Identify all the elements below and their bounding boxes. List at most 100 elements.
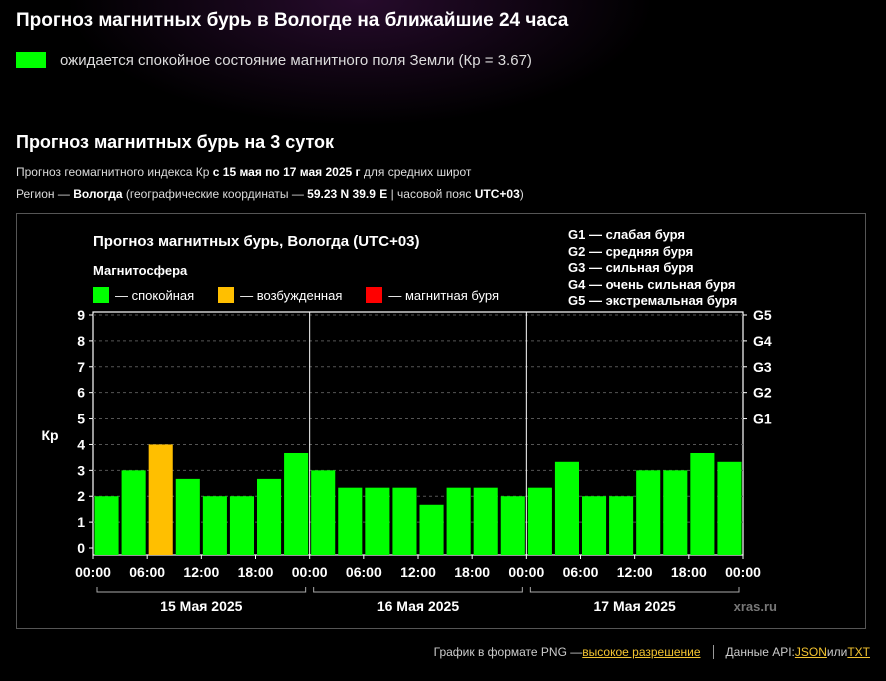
region-info: Регион — Вологда (географические координ… (16, 187, 524, 201)
tz-value: UTC+03 (474, 187, 520, 201)
current-status-text: ожидается спокойное состояние магнитного… (60, 51, 532, 69)
api-or-text: или (826, 645, 848, 659)
day-bracket (529, 587, 740, 593)
kp-bar (500, 496, 525, 555)
kp-bar (392, 487, 417, 555)
png-hires-link[interactable]: высокое разрешение (582, 645, 700, 659)
x-tick-label: 00:00 (725, 564, 761, 580)
day-bracket (313, 587, 523, 593)
api-txt-link[interactable]: TXT (847, 645, 870, 659)
chart-legend: — спокойная — возбужденная — магнитная б… (93, 287, 523, 303)
kp-bar (690, 452, 715, 555)
legend-item-storm: — магнитная буря (366, 287, 499, 303)
current-status: ожидается спокойное состояние магнитного… (16, 51, 532, 69)
legend-item-calm: — спокойная (93, 287, 194, 303)
y-tick-label: 6 (77, 385, 85, 401)
storm-levels-legend: G1 — слабая буря G2 — средняя буря G3 — … (568, 227, 737, 310)
kp-bar (121, 470, 146, 555)
y-axis-label: Кр (41, 427, 58, 443)
y-tick-label: 5 (77, 411, 85, 427)
legend-label-storm: — магнитная буря (388, 287, 499, 303)
day-bracket (96, 587, 307, 593)
region-prefix: Регион — (16, 187, 74, 201)
y-tick-label: 4 (77, 436, 85, 452)
kp-bar (365, 487, 390, 555)
legend-swatch-storm (366, 287, 383, 303)
region-suffix: ) (519, 187, 524, 201)
region-name: Вологда (73, 187, 123, 201)
kp-bar (338, 487, 363, 555)
footer-divider (712, 645, 714, 659)
storm-level-g1: G1 — слабая буря (568, 227, 686, 242)
page-title: Прогноз магнитных бурь в Вологде на ближ… (16, 10, 569, 31)
x-tick-label: 00:00 (292, 564, 328, 580)
y-tick-label: 3 (77, 462, 85, 478)
kp-bar (229, 496, 254, 555)
legend-swatch-excited (218, 287, 235, 303)
kp-bar (175, 478, 200, 555)
kp-bar (554, 461, 579, 555)
y-tick-label: 7 (77, 359, 85, 375)
x-tick-label: 18:00 (238, 564, 274, 580)
x-tick-label: 12:00 (617, 564, 653, 580)
png-text: График в формате PNG — (433, 645, 583, 659)
kp-bar (202, 496, 227, 555)
tz-prefix: | часовой пояс (387, 187, 475, 201)
g-tick-label: G2 (753, 385, 772, 401)
x-tick-label: 18:00 (454, 564, 490, 580)
y-tick-label: 1 (77, 514, 85, 530)
x-tick-label: 06:00 (563, 564, 599, 580)
kp-bar (148, 444, 173, 555)
y-tick-label: 8 (77, 333, 85, 349)
kp-chart: 0 1 2 3 4 5 6 7 8 9 G1 G2 G3 G4 G5 Кр 00:00 06:00 12:00 18:… (16, 213, 866, 629)
x-tick-label: 12:00 (183, 564, 219, 580)
watermark: xras.ru (734, 599, 777, 614)
period-suffix: для средних широт (360, 165, 472, 179)
x-tick-label: 00:00 (508, 564, 544, 580)
x-tick-label: 00:00 (75, 564, 111, 580)
y-tick-label: 2 (77, 488, 85, 504)
legend-swatch-calm (93, 287, 109, 303)
kp-bar (284, 452, 309, 555)
legend-label-excited: — возбужденная (240, 287, 343, 303)
g-tick-label: G3 (753, 359, 772, 375)
forecast-title: Прогноз магнитных бурь на 3 суток (16, 132, 335, 152)
y-tick-label: 9 (77, 307, 85, 323)
kp-bar (419, 504, 444, 555)
chart-title: Прогноз магнитных бурь, Вологда (UTC+03) (93, 233, 420, 250)
storm-level-g5: G5 — экстремальная буря (568, 293, 738, 308)
status-color-swatch (16, 52, 46, 68)
legend-item-excited: — возбужденная (218, 287, 342, 303)
footer-links: График в формате PNG — высокое разрешени… (434, 645, 870, 659)
x-tick-label: 06:00 (346, 564, 382, 580)
storm-level-g2: G2 — средняя буря (568, 243, 694, 259)
kp-bar (717, 461, 742, 555)
g-tick-label: G4 (753, 333, 772, 349)
legend-label-calm: — спокойная (115, 287, 195, 303)
api-json-link[interactable]: JSON (795, 645, 827, 659)
y-tick-label: 0 (77, 540, 85, 556)
coords-prefix: (географические координаты — (122, 187, 308, 201)
x-tick-label: 12:00 (400, 564, 436, 580)
kp-bar (311, 470, 336, 555)
kp-bar (609, 496, 634, 555)
day-label: 15 Мая 2025 (160, 598, 242, 614)
kp-bar (446, 487, 471, 555)
x-tick-label: 18:00 (671, 564, 707, 580)
day-label: 16 Мая 2025 (377, 598, 459, 614)
api-text: Данные API: (725, 645, 795, 659)
g-tick-label: G5 (753, 307, 772, 323)
coords-value: 59.23 N 39.9 E (307, 187, 388, 201)
kp-bar (663, 470, 688, 555)
storm-level-g4: G4 — очень сильная буря (568, 276, 736, 292)
period-dates: с 15 мая по 17 мая 2025 г (212, 165, 361, 179)
legend-title: Магнитосфера (93, 263, 188, 278)
kp-bar (94, 496, 119, 555)
kp-bar (257, 478, 282, 555)
g-tick-label: G1 (753, 411, 772, 427)
forecast-period: Прогноз геомагнитного индекса Кр с 15 ма… (16, 165, 471, 179)
x-tick-label: 06:00 (129, 564, 165, 580)
period-prefix: Прогноз геомагнитного индекса Кр (16, 165, 213, 179)
kp-bar (636, 470, 661, 555)
kp-bar (527, 487, 552, 555)
